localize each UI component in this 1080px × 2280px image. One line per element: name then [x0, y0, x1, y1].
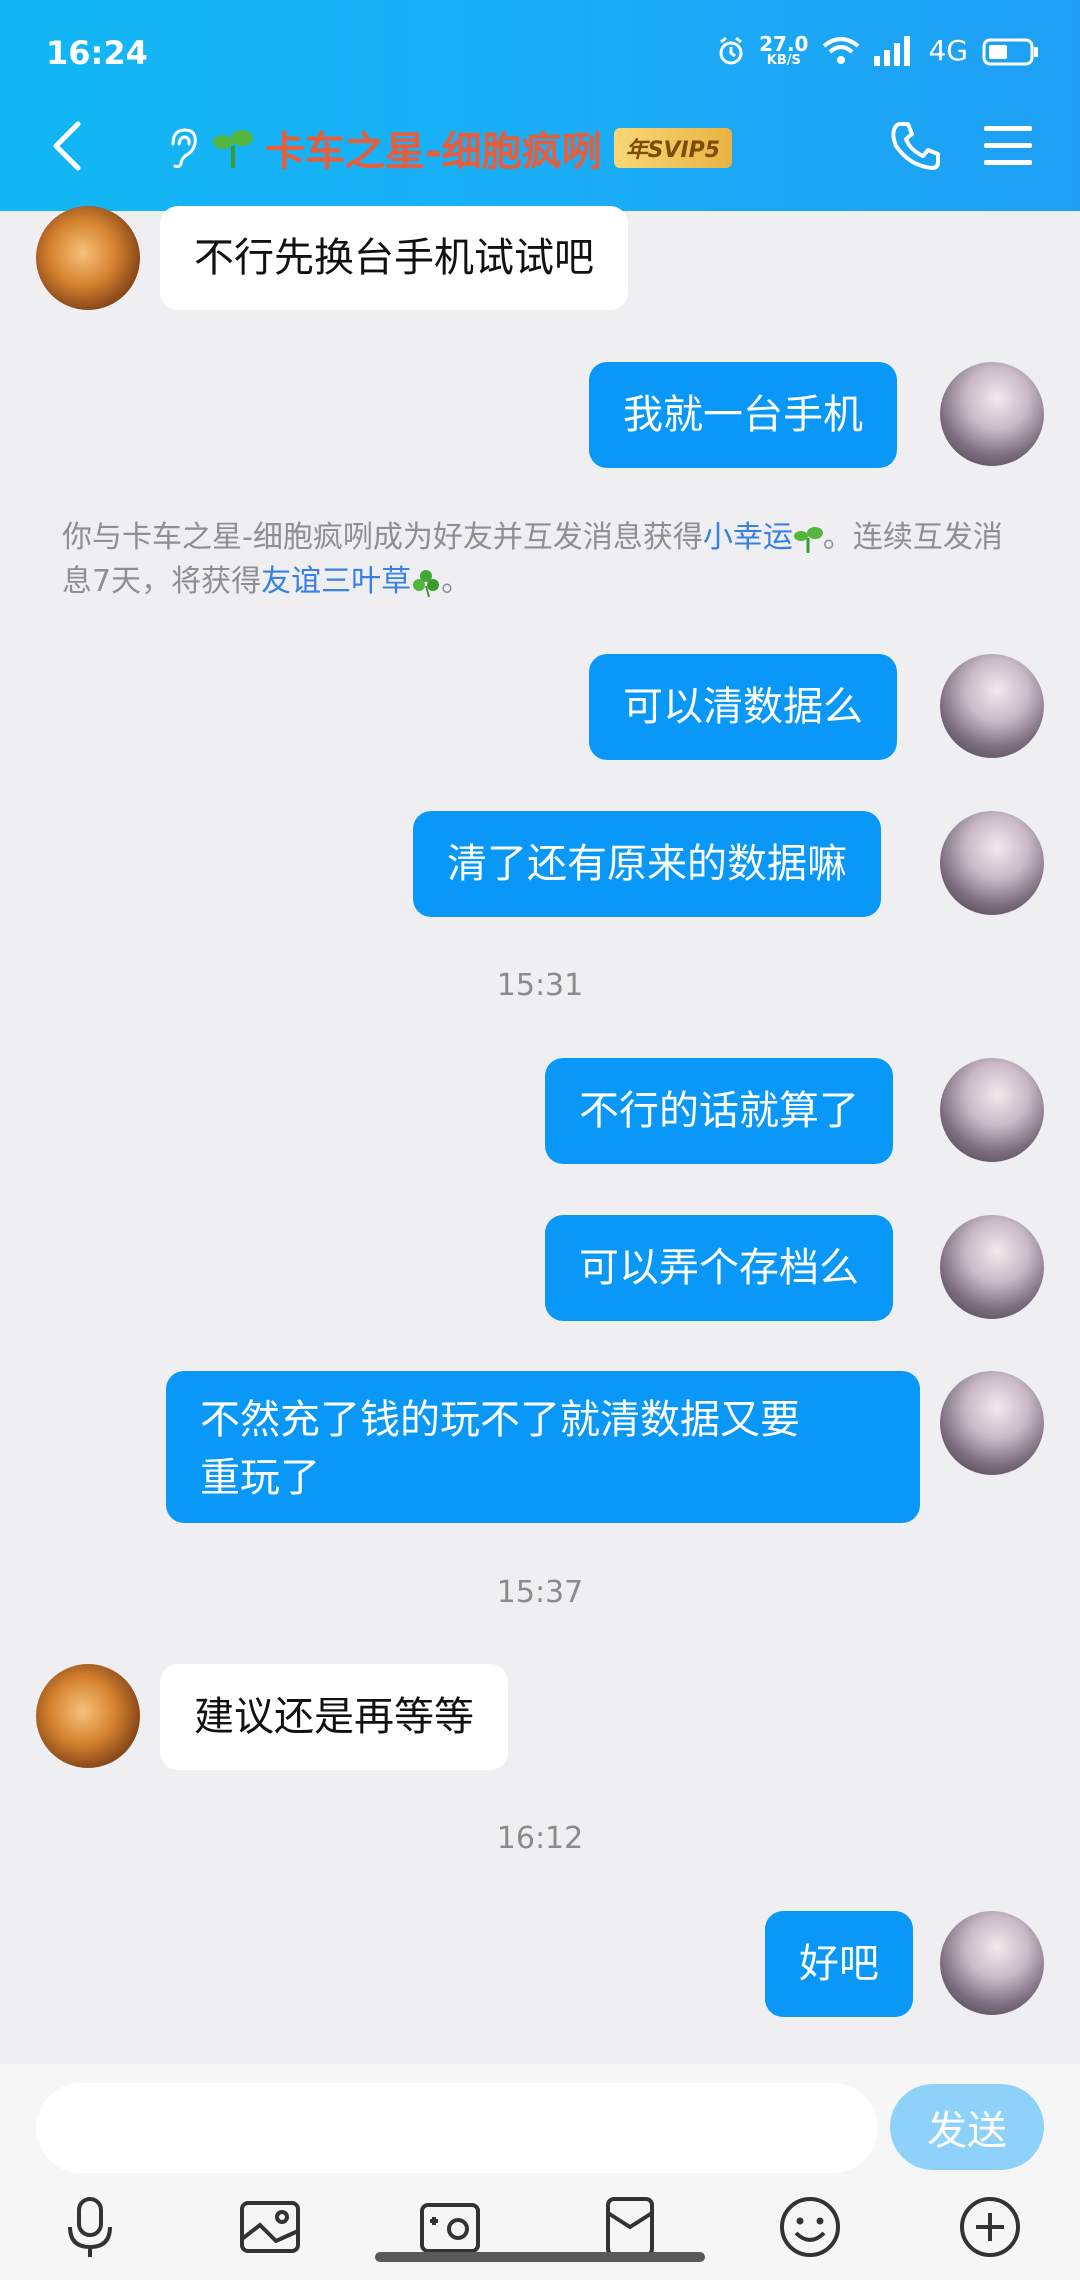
my-avatar[interactable] — [940, 1371, 1044, 1475]
network-type: 4G — [928, 34, 968, 67]
my-avatar[interactable] — [940, 1058, 1044, 1162]
contact-avatar[interactable] — [36, 1664, 140, 1768]
system-notice: 你与卡车之星-细胞疯咧成为好友并互发消息获得小幸运 。连续互发消息7天，将获得友谊… — [62, 520, 1003, 599]
my-avatar[interactable] — [940, 1215, 1044, 1319]
message-bubble-outgoing[interactable]: 不然充了钱的玩不了就清数据又要 重玩了 — [166, 1371, 920, 1523]
message-text: 可以弄个存档么 — [579, 1245, 859, 1291]
clover-icon — [413, 569, 440, 597]
ear-icon[interactable] — [165, 126, 201, 170]
message-text: 我就一台手机 — [623, 392, 863, 438]
timestamp: 15:31 — [496, 968, 584, 1003]
message-bubble-outgoing[interactable]: 好吧 — [765, 1911, 913, 2017]
message-bubble-outgoing[interactable]: 可以清数据么 — [589, 654, 897, 760]
timestamp: 16:12 — [496, 1821, 584, 1856]
message-text-line: 不然充了钱的玩不了就清数据又要 — [200, 1397, 800, 1443]
message-bubble-outgoing[interactable]: 可以弄个存档么 — [545, 1215, 893, 1321]
vip-badge: 年SVIP5 — [613, 128, 733, 168]
timestamp: 15:37 — [496, 1575, 584, 1610]
back-arrow-icon[interactable] — [48, 118, 88, 174]
message-text: 可以清数据么 — [623, 684, 863, 730]
clover-link[interactable]: 友谊三叶草 — [261, 564, 411, 599]
red-packet-icon[interactable] — [598, 2195, 662, 2259]
sprout-icon — [793, 526, 823, 553]
message-bubble-outgoing[interactable]: 我就一台手机 — [589, 362, 897, 468]
plus-icon[interactable] — [958, 2195, 1022, 2259]
sprout-icon — [213, 130, 253, 168]
phone-icon[interactable] — [888, 118, 944, 174]
message-bubble-outgoing[interactable]: 清了还有原来的数据嘛 — [413, 811, 881, 917]
chat-title: 卡车之星-细胞疯咧 — [265, 129, 602, 175]
send-button[interactable]: 发送 — [890, 2084, 1044, 2170]
wifi-icon — [823, 36, 860, 64]
camera-icon[interactable] — [418, 2195, 482, 2259]
lucky-link[interactable]: 小幸运 — [703, 520, 793, 555]
signal-icon — [874, 35, 911, 66]
net-speed: 27.0 KB/S — [759, 32, 809, 68]
my-avatar[interactable] — [940, 654, 1044, 758]
status-time: 16:24 — [46, 34, 148, 72]
message-text: 不行的话就算了 — [579, 1088, 859, 1134]
status-icons: 27.0 KB/S 4G — [717, 34, 1040, 67]
my-avatar[interactable] — [940, 811, 1044, 915]
chat-title-area[interactable]: 卡车之星-细胞疯咧 年SVIP5 — [165, 118, 733, 178]
alarm-icon — [719, 36, 743, 64]
battery-icon — [982, 38, 1038, 65]
menu-icon[interactable] — [984, 122, 1032, 170]
my-avatar[interactable] — [940, 1911, 1044, 2015]
my-avatar[interactable] — [940, 362, 1044, 466]
home-indicator[interactable] — [375, 2252, 705, 2262]
emoji-icon[interactable] — [778, 2195, 842, 2259]
message-text: 建议还是再等等 — [194, 1694, 474, 1740]
message-text: 不行先换台手机试试吧 — [194, 235, 594, 281]
message-bubble-incoming[interactable]: 建议还是再等等 — [160, 1664, 508, 1770]
message-bubble-incoming[interactable]: 不行先换台手机试试吧 — [160, 206, 628, 310]
message-text-line: 重玩了 — [200, 1455, 320, 1501]
input-area: 发送 — [0, 2064, 1080, 2280]
chat-header: 16:24 27.0 KB/S 4G 卡车之星-细胞疯咧 年SVIP5 — [0, 0, 1080, 211]
microphone-icon[interactable] — [58, 2195, 122, 2259]
message-bubble-outgoing[interactable]: 不行的话就算了 — [545, 1058, 893, 1164]
message-text: 好吧 — [799, 1941, 879, 1987]
message-text: 清了还有原来的数据嘛 — [447, 841, 847, 887]
contact-avatar[interactable] — [36, 206, 140, 310]
message-input[interactable] — [36, 2083, 878, 2173]
image-icon[interactable] — [238, 2195, 302, 2259]
